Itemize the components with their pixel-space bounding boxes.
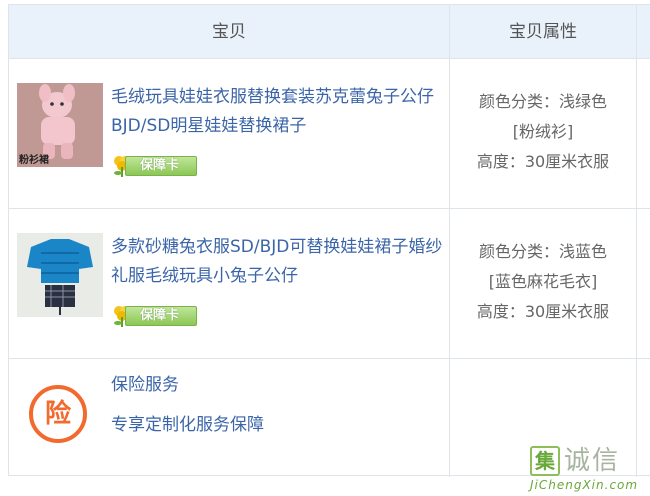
guarantee-card-label: 保障卡 — [125, 156, 197, 176]
table-header: 宝贝 宝贝属性 — [9, 5, 650, 59]
table-row: 粉衫裙 毛绒玩具娃娃衣服替换套装苏克蕾兔子公仔BJD/SD明星娃娃替换裙子 保障… — [9, 59, 650, 209]
guarantee-card-badge[interactable]: 保障卡 — [111, 303, 199, 327]
attr-color: 颜色分类：浅蓝色 — [478, 242, 607, 261]
header-item: 宝贝 — [212, 22, 246, 42]
insurance-icon: 险 — [27, 383, 89, 445]
order-items-table: 宝贝 宝贝属性 粉衫裙 毛绒玩具娃娃衣服替换套装苏克蕾兔子公仔BJD/SD明星娃… — [8, 4, 650, 477]
attr-color: 颜色分类：浅绿色 — [478, 92, 607, 111]
watermark-text: 诚信 — [564, 446, 621, 476]
product-attributes: 颜色分类：浅绿色 [粉绒衫] 高度：30厘米衣服 — [450, 87, 636, 177]
guarantee-card-label: 保障卡 — [125, 306, 197, 326]
watermark-url: JiChengXin.com — [530, 478, 639, 492]
attr-height: 高度：30厘米衣服 — [476, 302, 610, 321]
attr-variant: [蓝色麻花毛衣] — [488, 272, 598, 291]
attr-variant: [粉绒衫] — [512, 122, 574, 141]
product-thumbnail[interactable] — [17, 233, 103, 317]
watermark-logo: 集 — [530, 446, 560, 476]
product-thumbnail[interactable]: 粉衫裙 — [17, 83, 103, 167]
site-watermark: 集 诚信 JiChengXin.com — [530, 446, 650, 496]
insurance-icon-char: 险 — [44, 399, 71, 429]
product-title-link[interactable]: 毛绒玩具娃娃衣服替换套装苏克蕾兔子公仔BJD/SD明星娃娃替换裙子 — [111, 83, 443, 141]
insurance-service-link[interactable]: 保险服务 — [111, 373, 179, 397]
thumbnail-caption: 粉衫裙 — [19, 155, 49, 166]
product-attributes: 颜色分类：浅蓝色 [蓝色麻花毛衣] 高度：30厘米衣服 — [450, 237, 636, 327]
guarantee-card-badge[interactable]: 保障卡 — [111, 153, 199, 177]
attr-height: 高度：30厘米衣服 — [476, 152, 610, 171]
header-attributes: 宝贝属性 — [509, 22, 577, 42]
product-title-link[interactable]: 多款砂糖兔衣服SD/BJD可替换娃娃裙子婚纱礼服毛绒玩具小兔子公仔 — [111, 233, 443, 291]
table-row: 多款砂糖兔衣服SD/BJD可替换娃娃裙子婚纱礼服毛绒玩具小兔子公仔 保障卡 颜色… — [9, 209, 650, 359]
insurance-description: 专享定制化服务保障 — [111, 415, 264, 435]
